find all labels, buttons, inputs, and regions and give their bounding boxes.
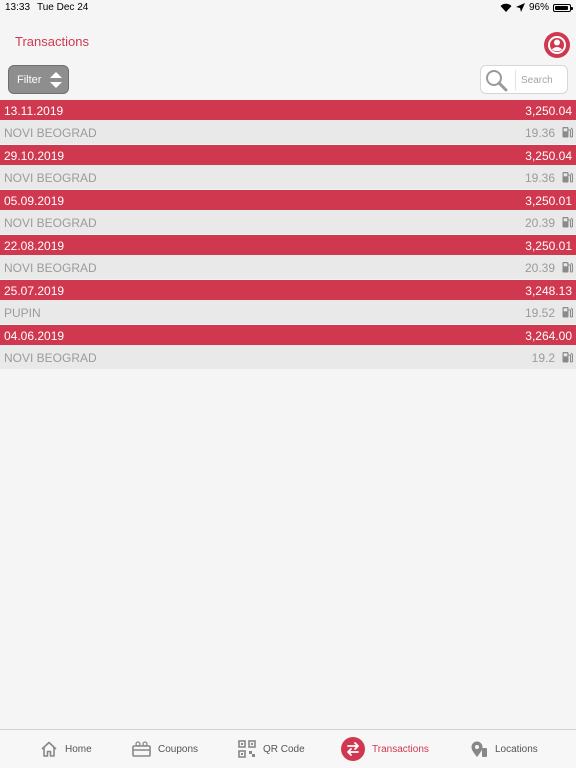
transaction-detail-row[interactable]: NOVI BEOGRAD 19.36	[0, 120, 576, 144]
profile-button[interactable]	[544, 32, 570, 58]
page-title: Transactions	[15, 34, 89, 49]
transaction-total: 3,248.13	[525, 284, 572, 298]
transaction-detail-row[interactable]: PUPIN 19.52	[0, 300, 576, 324]
transaction-total: 3,264.00	[525, 329, 572, 343]
tab-transactions[interactable]: Transactions	[341, 730, 429, 768]
transaction-date: 25.07.2019	[4, 284, 65, 298]
fuel-pump-icon	[562, 306, 574, 321]
filter-label: Filter	[17, 74, 42, 86]
tab-coupons-label: Coupons	[158, 743, 199, 755]
tab-home[interactable]: Home	[40, 730, 92, 768]
transaction-detail-row[interactable]: NOVI BEOGRAD 20.39	[0, 255, 576, 279]
transaction-detail-row[interactable]: NOVI BEOGRAD 19.36	[0, 165, 576, 189]
transaction-date: 22.08.2019	[4, 239, 65, 253]
transaction-header-row[interactable]: 13.11.2019 3,250.04	[0, 100, 576, 120]
transaction-amount: 20.39	[524, 261, 555, 275]
transaction-amount: 19.52	[524, 306, 555, 320]
qr-code-icon	[238, 740, 256, 758]
status-date: Tue Dec 24	[37, 2, 89, 13]
fuel-pump-icon	[562, 261, 574, 276]
coupons-icon	[132, 741, 151, 757]
fuel-pump-icon	[562, 126, 574, 141]
wifi-icon	[500, 3, 512, 12]
transaction-total: 3,250.01	[525, 239, 572, 253]
location-arrow-icon	[515, 3, 525, 12]
transaction-amount: 19.36	[524, 126, 555, 140]
transaction-amount: 19.2	[531, 351, 555, 365]
fuel-pump-icon	[562, 351, 574, 366]
filter-button[interactable]: Filter	[8, 65, 69, 94]
tab-bar: Home Coupons QR Code Transactions Locati…	[0, 729, 576, 768]
transaction-header-row[interactable]: 29.10.2019 3,250.04	[0, 145, 576, 165]
locations-icon	[471, 741, 487, 757]
transaction-header-row[interactable]: 04.06.2019 3,264.00	[0, 325, 576, 345]
tab-locations[interactable]: Locations	[470, 730, 538, 768]
transaction-detail-row[interactable]: NOVI BEOGRAD 19.2	[0, 345, 576, 369]
transaction-date: 29.10.2019	[4, 149, 65, 163]
tab-transactions-label: Transactions	[372, 743, 429, 755]
transaction-list: 13.11.2019 3,250.04 NOVI BEOGRAD 19.36 29.10…	[0, 100, 576, 369]
transaction-date: 13.11.2019	[4, 104, 64, 118]
transaction-total: 3,250.04	[525, 104, 572, 118]
toolbar: Filter	[0, 60, 576, 100]
transaction-amount: 19.36	[524, 171, 555, 185]
transaction-header-row[interactable]: 25.07.2019 3,248.13	[0, 280, 576, 300]
transaction-detail-row[interactable]: NOVI BEOGRAD 20.39	[0, 210, 576, 234]
battery-icon	[553, 3, 573, 12]
tab-coupons[interactable]: Coupons	[132, 730, 198, 768]
sort-arrows-icon	[50, 72, 62, 88]
status-bar: 13:33 Tue Dec 24 96%	[0, 0, 576, 16]
tab-home-label: Home	[65, 743, 92, 755]
fuel-pump-icon	[562, 171, 574, 186]
transaction-header-row[interactable]: 05.09.2019 3,250.01	[0, 190, 576, 210]
status-time: 13:33	[5, 2, 31, 13]
transaction-date: 04.06.2019	[4, 329, 65, 343]
transactions-icon	[341, 737, 365, 761]
transaction-location: NOVI BEOGRAD	[4, 126, 97, 140]
tab-locations-label: Locations	[495, 743, 538, 755]
transaction-location: NOVI BEOGRAD	[4, 216, 97, 230]
transaction-header-row[interactable]: 22.08.2019 3,250.01	[0, 235, 576, 255]
search-box[interactable]	[480, 65, 569, 94]
home-icon	[41, 741, 57, 757]
transaction-amount: 20.39	[524, 216, 555, 230]
status-right: 96%	[500, 2, 573, 13]
transaction-location: NOVI BEOGRAD	[4, 351, 97, 365]
transaction-location: NOVI BEOGRAD	[4, 261, 97, 275]
transaction-date: 05.09.2019	[4, 194, 65, 208]
transaction-location: NOVI BEOGRAD	[4, 171, 97, 185]
fuel-pump-icon	[562, 216, 574, 231]
header: Transactions	[0, 16, 576, 60]
battery-percent: 96%	[528, 2, 549, 13]
transaction-location: PUPIN	[4, 306, 41, 320]
tab-qr-code-label: QR Code	[263, 743, 305, 755]
transaction-total: 3,250.01	[525, 194, 572, 208]
search-input[interactable]	[515, 70, 569, 90]
tab-qr-code[interactable]: QR Code	[238, 730, 305, 768]
search-icon	[486, 70, 508, 92]
profile-icon	[548, 36, 566, 54]
transaction-total: 3,250.04	[525, 149, 572, 163]
